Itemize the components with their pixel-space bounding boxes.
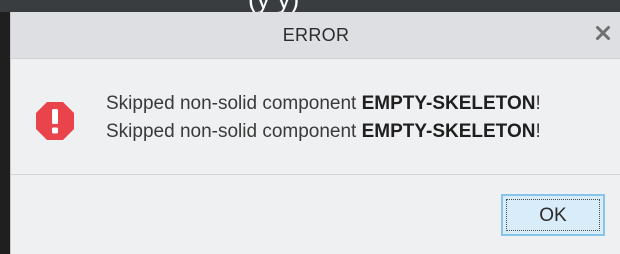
component-name: EMPTY-SKELETON	[361, 93, 536, 114]
background-window-edge	[0, 12, 10, 254]
error-dialog: ERROR Skipped non-solid component EMPTY-…	[10, 12, 620, 254]
message-line: Skipped non-solid component EMPTY-SKELET…	[106, 118, 541, 146]
dialog-titlebar: ERROR	[11, 12, 620, 59]
close-button[interactable]	[591, 21, 615, 45]
message-prefix: Skipped non-solid component	[106, 121, 362, 142]
message-suffix: !	[535, 93, 541, 114]
footer-divider	[11, 174, 620, 175]
message-prefix: Skipped non-solid component	[106, 93, 362, 114]
close-icon	[596, 26, 610, 40]
dialog-title: ERROR	[282, 25, 350, 45]
ok-button[interactable]: OK	[501, 194, 605, 236]
ok-button-label: OK	[539, 205, 567, 226]
background-window-strip: (y y)	[0, 0, 620, 12]
error-octagon-icon	[35, 101, 75, 141]
message-line: Skipped non-solid component EMPTY-SKELET…	[106, 90, 541, 118]
component-name: EMPTY-SKELETON	[361, 121, 536, 142]
message-suffix: !	[535, 121, 541, 142]
message-list: Skipped non-solid component EMPTY-SKELET…	[106, 90, 541, 146]
background-title-fragment: (y y)	[248, 0, 300, 12]
